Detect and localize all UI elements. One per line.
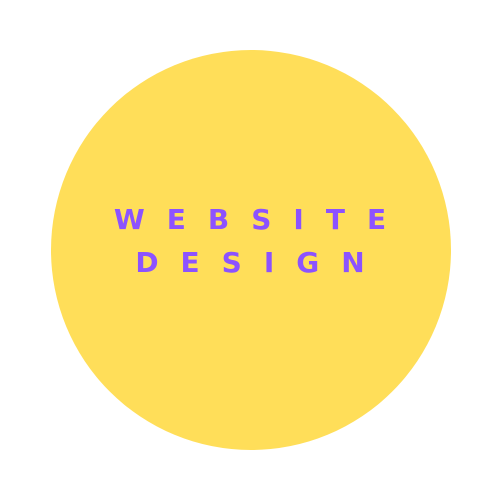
headline-line-2: DESIGN — [135, 246, 387, 279]
headline: WEBSITE DESIGN — [0, 206, 500, 277]
graphic-canvas: WEBSITE DESIGN — [0, 0, 500, 500]
headline-line-1: WEBSITE — [113, 203, 409, 236]
